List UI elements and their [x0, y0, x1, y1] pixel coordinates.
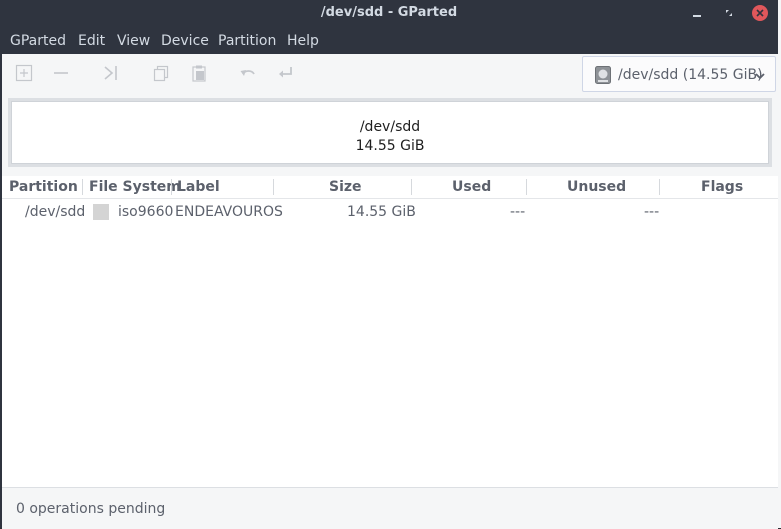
delete-partition-icon[interactable]	[48, 62, 74, 84]
gparted-window: /dev/sdd - GParted GParted Edit View Dev…	[0, 0, 778, 529]
cell-partition: /dev/sdd	[25, 204, 86, 220]
disk-visual-partition[interactable]: /dev/sdd 14.55 GiB	[11, 101, 769, 164]
header-unused[interactable]: Unused	[567, 179, 626, 195]
drive-icon	[595, 66, 611, 84]
cell-size: 14.55 GiB	[347, 204, 416, 220]
cell-used: ---	[510, 204, 526, 220]
table-row[interactable]: /dev/sdd iso9660 ENDEAVOUROS 14.55 GiB -…	[2, 200, 778, 224]
menu-view[interactable]: View	[117, 33, 150, 49]
copy-icon[interactable]	[148, 62, 174, 84]
maximize-icon[interactable]	[720, 4, 738, 22]
new-partition-icon[interactable]	[11, 62, 37, 84]
cell-filesystem: iso9660	[118, 204, 174, 220]
status-text: 0 operations pending	[16, 501, 166, 517]
cell-unused: ---	[644, 204, 660, 220]
paste-icon[interactable]	[186, 62, 212, 84]
apply-icon[interactable]	[273, 62, 299, 84]
main-content: /dev/sdd (14.55 GiB) /dev/sdd 14.55 GiB …	[2, 54, 778, 529]
header-partition[interactable]: Partition	[9, 179, 78, 195]
header-flags[interactable]: Flags	[701, 179, 743, 195]
disk-visual-device: /dev/sdd	[359, 119, 421, 135]
table-header: Partition File System Label Size Used Un…	[2, 176, 778, 199]
toolbar: /dev/sdd (14.55 GiB)	[2, 54, 778, 94]
minimize-icon[interactable]	[688, 4, 706, 22]
menu-device[interactable]: Device	[161, 33, 209, 49]
menu-bar: GParted Edit View Device Partition Help	[0, 27, 778, 54]
device-selector-label: /dev/sdd (14.55 GiB)	[618, 67, 763, 83]
disk-visual[interactable]: /dev/sdd 14.55 GiB	[8, 98, 772, 167]
menu-edit[interactable]: Edit	[78, 33, 105, 49]
disk-visual-size: 14.55 GiB	[355, 138, 425, 154]
title-bar[interactable]: /dev/sdd - GParted	[0, 0, 778, 26]
window-title: /dev/sdd - GParted	[320, 5, 458, 20]
menu-partition[interactable]: Partition	[218, 33, 276, 49]
resize-move-icon[interactable]	[98, 62, 124, 84]
header-size[interactable]: Size	[329, 179, 362, 195]
filesystem-color-swatch	[93, 204, 109, 220]
status-bar: 0 operations pending	[2, 487, 778, 529]
cell-label: ENDEAVOUROS	[175, 204, 283, 220]
close-icon[interactable]	[752, 5, 768, 21]
chevron-down-icon	[753, 68, 767, 82]
menu-gparted[interactable]: GParted	[10, 33, 66, 49]
header-used[interactable]: Used	[452, 179, 491, 195]
undo-icon[interactable]	[235, 62, 261, 84]
partition-table: Partition File System Label Size Used Un…	[2, 176, 778, 487]
menu-help[interactable]: Help	[287, 33, 319, 49]
header-label[interactable]: Label	[177, 179, 220, 195]
header-filesystem[interactable]: File System	[89, 179, 181, 195]
device-selector[interactable]: /dev/sdd (14.55 GiB)	[582, 56, 776, 92]
